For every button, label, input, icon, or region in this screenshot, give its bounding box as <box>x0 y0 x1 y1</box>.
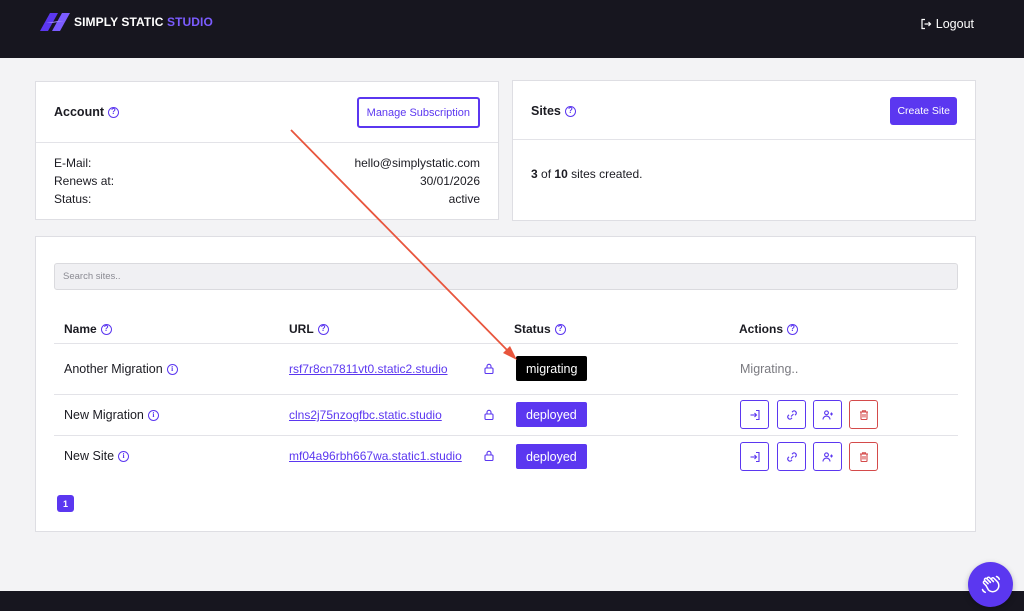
table-row-url: mf04a96rbh667wa.static1.studio <box>289 449 462 463</box>
help-chat-button[interactable] <box>968 562 1013 607</box>
site-name: New Migration <box>64 408 144 422</box>
help-question-icon[interactable]: ? <box>108 106 119 118</box>
logout-icon <box>921 18 932 30</box>
column-name-label: Name <box>64 322 97 336</box>
table-row-name: New Migration i <box>64 408 159 422</box>
user-plus-icon <box>821 451 833 462</box>
add-user-button[interactable] <box>813 400 842 429</box>
status-badge: deployed <box>516 444 587 469</box>
lock-icon[interactable] <box>484 409 494 420</box>
copy-link-button[interactable] <box>777 442 806 471</box>
account-card: Account ? Manage Subscription E-Mail: he… <box>35 81 499 220</box>
site-name: Another Migration <box>64 362 163 376</box>
top-navigation-bar: SIMPLY STATIC STUDIO Logout <box>0 0 1024 58</box>
column-url-label: URL <box>289 322 314 336</box>
column-actions-label: Actions <box>739 322 784 336</box>
footer-bar <box>0 591 1024 611</box>
link-icon <box>786 409 797 420</box>
account-status-row: Status: active <box>54 192 480 206</box>
info-icon[interactable]: i <box>147 409 159 421</box>
sites-limit-count: 10 <box>554 167 568 181</box>
sites-title: Sites ? <box>531 104 576 118</box>
manage-subscription-button[interactable]: Manage Subscription <box>356 97 480 128</box>
table-row-url: rsf7r8cn7811vt0.static2.studio <box>289 362 448 376</box>
lock-icon[interactable] <box>484 450 494 461</box>
logout-label: Logout <box>935 17 974 31</box>
status-badge: migrating <box>516 356 588 381</box>
site-url-link[interactable]: clns2j75nzogfbc.static.studio <box>289 408 442 422</box>
trash-icon <box>859 409 868 420</box>
account-card-header: Account ? Manage Subscription <box>36 82 498 143</box>
site-url-link[interactable]: mf04a96rbh667wa.static1.studio <box>289 449 462 463</box>
status-badge: deployed <box>516 402 587 427</box>
login-icon <box>750 451 760 462</box>
sites-count-text: 3 of 10 sites created. <box>531 167 642 181</box>
help-question-icon[interactable]: ? <box>554 323 566 335</box>
row-divider <box>54 394 958 395</box>
create-site-button[interactable]: Create Site <box>890 97 957 125</box>
table-row-url: clns2j75nzogfbc.static.studio <box>289 408 442 422</box>
account-title: Account ? <box>54 105 119 119</box>
add-user-button[interactable] <box>813 442 842 471</box>
brand-logo[interactable]: SIMPLY STATIC STUDIO <box>38 12 213 32</box>
trash-icon <box>859 451 868 462</box>
column-header-url: URL ? <box>289 322 329 336</box>
site-name: New Site <box>64 449 115 463</box>
sites-card: Sites ? Create Site 3 of 10 sites create… <box>512 80 976 221</box>
column-header-status: Status ? <box>514 322 566 336</box>
table-header-divider <box>54 343 958 344</box>
sites-table-card: Name ? URL ? Status ? Actions ? Another … <box>35 236 976 532</box>
help-question-icon[interactable]: ? <box>564 105 576 117</box>
help-question-icon[interactable]: ? <box>787 323 799 335</box>
logo-mark-icon <box>40 13 70 31</box>
help-question-icon[interactable]: ? <box>100 323 112 335</box>
user-plus-icon <box>821 409 833 420</box>
logout-link[interactable]: Logout <box>920 17 974 31</box>
site-url-link[interactable]: rsf7r8cn7811vt0.static2.studio <box>289 362 448 376</box>
sites-created-suffix: sites created. <box>571 167 643 181</box>
sites-created-count: 3 <box>531 167 538 181</box>
info-icon[interactable]: i <box>118 450 130 462</box>
copy-link-button[interactable] <box>777 400 806 429</box>
account-email-row: E-Mail: hello@simplystatic.com <box>54 156 480 170</box>
hand-wave-icon <box>981 575 1000 593</box>
login-button[interactable] <box>740 400 769 429</box>
status-label: Status: <box>54 192 92 206</box>
renews-label: Renews at: <box>54 174 115 188</box>
delete-site-button[interactable] <box>849 400 878 429</box>
status-value: active <box>448 192 480 206</box>
sites-title-text: Sites <box>531 104 561 118</box>
info-icon[interactable]: i <box>166 363 178 375</box>
pagination-page-button[interactable]: 1 <box>57 495 74 512</box>
account-title-text: Account <box>54 105 104 119</box>
login-icon <box>750 409 760 420</box>
table-row-name: New Site i <box>64 449 130 463</box>
sites-card-header: Sites ? Create Site <box>513 81 975 140</box>
lock-icon[interactable] <box>484 363 494 374</box>
delete-site-button[interactable] <box>849 442 878 471</box>
search-sites-input[interactable] <box>54 263 958 290</box>
column-status-label: Status <box>514 322 551 336</box>
brand-name: SIMPLY STATIC STUDIO <box>74 15 213 29</box>
column-header-actions: Actions ? <box>739 322 799 336</box>
sites-of-word: of <box>541 167 552 181</box>
email-value: hello@simplystatic.com <box>354 156 480 170</box>
column-header-name: Name ? <box>64 322 112 336</box>
renews-value: 30/01/2026 <box>419 174 480 188</box>
help-question-icon[interactable]: ? <box>317 323 329 335</box>
row-divider <box>54 435 958 436</box>
link-icon <box>786 451 797 462</box>
account-renews-row: Renews at: 30/01/2026 <box>54 174 480 188</box>
table-row-name: Another Migration i <box>64 362 178 376</box>
email-label: E-Mail: <box>54 156 92 170</box>
migrating-text: Migrating.. <box>740 362 799 376</box>
login-button[interactable] <box>740 442 769 471</box>
